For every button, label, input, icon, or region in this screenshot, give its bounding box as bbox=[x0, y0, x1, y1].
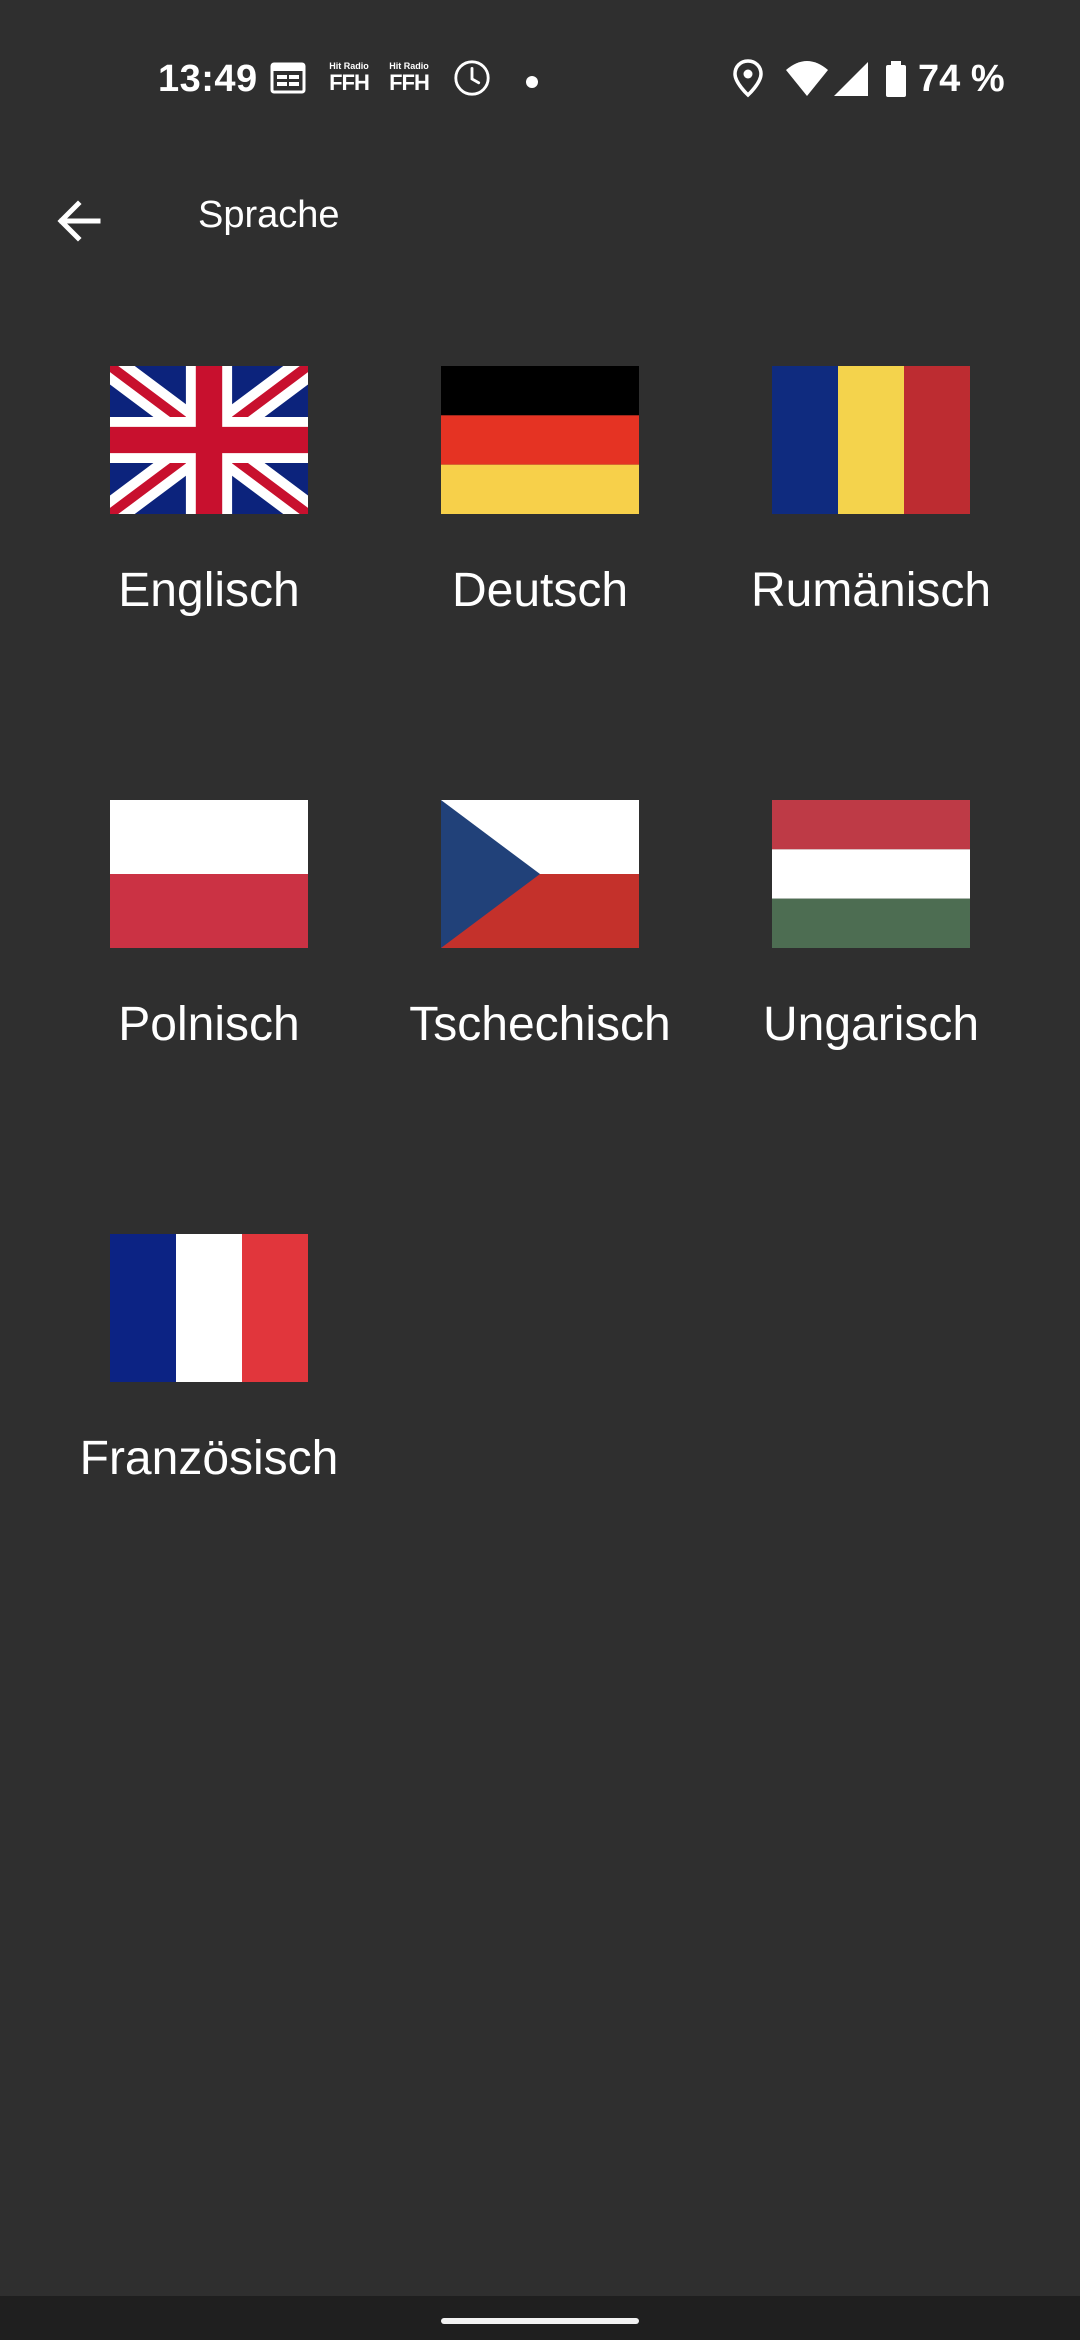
language-label: Tschechisch bbox=[409, 998, 671, 1051]
status-bar: 13:49 Hit Radio FFH Hit Radio FFH 74 % bbox=[0, 0, 1080, 165]
calendar-icon bbox=[270, 62, 306, 94]
hit-radio-ffh-icon: Hit Radio FFH bbox=[389, 61, 430, 95]
alarm-clock-icon bbox=[454, 60, 490, 96]
flag-poland-icon bbox=[110, 800, 308, 948]
language-item-englisch[interactable]: Englisch bbox=[44, 366, 374, 666]
back-button[interactable] bbox=[40, 183, 116, 259]
battery-icon bbox=[886, 61, 906, 97]
hit-radio-ffh-icon: Hit Radio FFH bbox=[329, 61, 370, 95]
flag-czech-icon bbox=[441, 800, 639, 948]
status-time: 13:49 bbox=[158, 58, 258, 100]
navigation-bar bbox=[0, 2296, 1080, 2340]
battery-percentage: 74 % bbox=[918, 58, 1005, 100]
signal-icon bbox=[834, 62, 868, 96]
flag-hungary-icon bbox=[772, 800, 970, 948]
language-label: Französisch bbox=[79, 1432, 339, 1485]
language-label: Polnisch bbox=[118, 998, 300, 1051]
language-item-ungarisch[interactable]: Ungarisch bbox=[706, 800, 1036, 1100]
language-label: Ungarisch bbox=[762, 998, 980, 1051]
app-toolbar: Sprache bbox=[0, 165, 1080, 265]
arrow-back-icon bbox=[57, 200, 101, 242]
language-item-deutsch[interactable]: Deutsch bbox=[375, 366, 705, 666]
language-item-tschechisch[interactable]: Tschechisch bbox=[375, 800, 705, 1100]
language-item-rumaenisch[interactable]: Rumänisch bbox=[706, 366, 1036, 666]
language-label: Englisch bbox=[118, 564, 300, 617]
language-item-franzoesisch[interactable]: Französisch bbox=[44, 1234, 374, 1534]
gesture-handle[interactable] bbox=[441, 2318, 639, 2324]
flag-germany-icon bbox=[441, 366, 639, 514]
wifi-icon bbox=[786, 61, 828, 96]
dot-icon bbox=[526, 76, 538, 88]
flag-uk-icon bbox=[110, 366, 308, 514]
flag-romania-icon bbox=[772, 366, 970, 514]
language-item-polnisch[interactable]: Polnisch bbox=[44, 800, 374, 1100]
language-label: Deutsch bbox=[451, 564, 629, 617]
language-label: Rumänisch bbox=[750, 564, 992, 617]
flag-france-icon bbox=[110, 1234, 308, 1382]
location-icon bbox=[733, 59, 763, 98]
page-title: Sprache bbox=[198, 194, 340, 236]
